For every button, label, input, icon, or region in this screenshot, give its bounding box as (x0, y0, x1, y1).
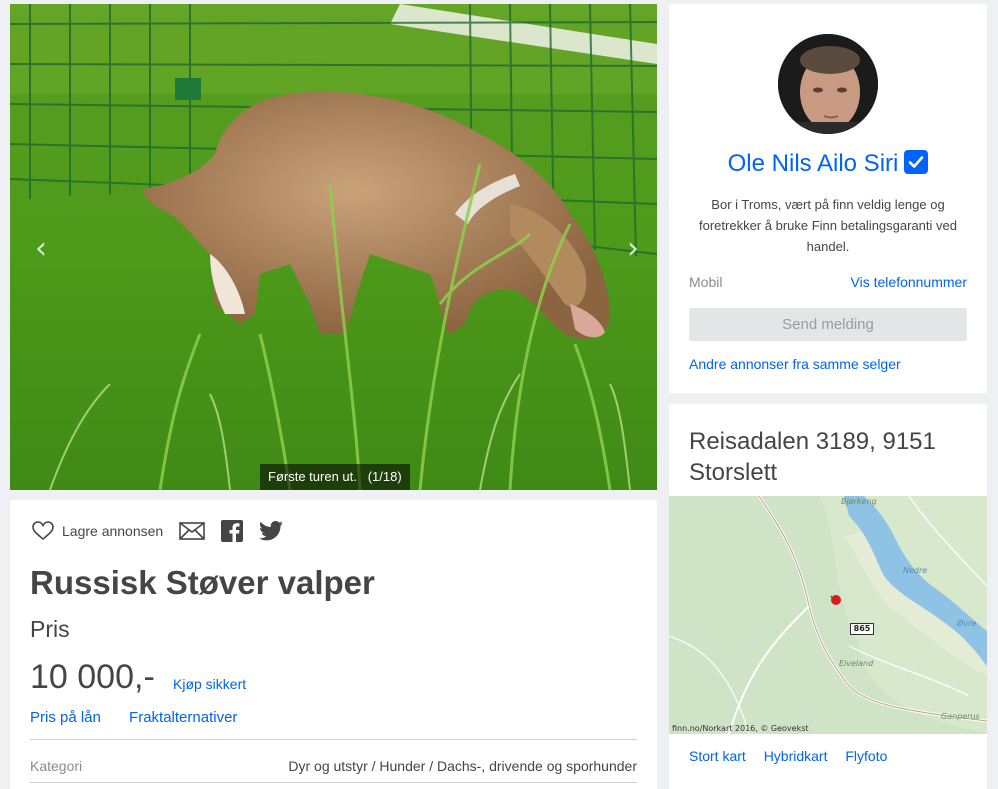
listing-title: Russisk Støver valper (30, 564, 375, 601)
show-phone-link[interactable]: Vis telefonnummer (851, 274, 967, 290)
chevron-left-icon[interactable]: ‹ (30, 232, 52, 266)
image-gallery[interactable]: ‹ › Første turen ut. (1/18) (10, 4, 657, 490)
send-message-button[interactable]: Send melding (689, 308, 967, 341)
heart-icon (32, 521, 54, 541)
twitter-share-button[interactable] (259, 521, 284, 541)
caption-counter: (1/18) (367, 469, 402, 484)
location-card: Reisadalen 3189, 9151 Storslett Bjørkeng… (669, 404, 987, 789)
map[interactable]: Bjørkeng Nedre Øvre Elveland Ganperus 86… (669, 496, 987, 734)
avatar (778, 34, 878, 134)
seller-description: Bor i Troms, vært på finn veldig lenge o… (699, 197, 957, 254)
map-label-ovre: Øvre (957, 619, 977, 628)
facebook-icon (221, 520, 244, 542)
mobile-label: Mobil (689, 274, 723, 290)
save-ad-button[interactable]: Lagre annonsen (32, 521, 163, 541)
mail-icon (179, 522, 206, 540)
map-label-nedre: Nedre (903, 566, 928, 575)
map-label-elveland: Elveland (839, 659, 874, 668)
address: Reisadalen 3189, 9151 Storslett (689, 428, 936, 486)
caption-text: Første turen ut. (268, 469, 357, 484)
map-copyright: finn.no/Norkart 2016, © Geovekst (672, 724, 809, 733)
share-actions: Lagre annonsen (32, 518, 284, 544)
shipping-link[interactable]: Fraktalternativer (129, 709, 237, 726)
chevron-right-icon[interactable]: › (622, 232, 644, 266)
loan-link[interactable]: Pris på lån (30, 709, 101, 726)
seller-name-link[interactable]: Ole Nils Ailo Siri (669, 150, 987, 178)
category-label: Kategori (30, 758, 83, 774)
facebook-share-button[interactable] (221, 520, 244, 542)
price-value: 10 000,- (30, 658, 155, 696)
listing-photo (10, 4, 657, 490)
map-label-ganperus: Ganperus (941, 712, 980, 721)
map-link-large[interactable]: Stort kart (689, 748, 746, 764)
category-value: Dyr og utstyr / Hunder / Dachs-, drivend… (288, 758, 637, 774)
road-number-badge: 865 (850, 623, 874, 635)
listing-details-card: Lagre annonsen Russisk Støver valper Pri… (10, 500, 657, 789)
seller-card: Ole Nils Ailo Siri Bor i Troms, vært på … (669, 4, 987, 393)
divider (30, 782, 637, 783)
map-link-hybrid[interactable]: Hybridkart (764, 748, 828, 764)
email-share-button[interactable] (179, 522, 206, 540)
price-links: Pris på lån Fraktalternativer (30, 709, 261, 726)
price-label: Pris (30, 616, 70, 642)
buy-safe-link[interactable]: Kjøp sikkert (173, 676, 246, 692)
map-link-aerial[interactable]: Flyfoto (845, 748, 887, 764)
twitter-icon (259, 521, 284, 541)
map-type-links: Stort kart Hybridkart Flyfoto (689, 748, 901, 764)
seller-name[interactable]: Ole Nils Ailo Siri (728, 150, 899, 177)
divider (30, 739, 637, 740)
verified-check-icon (904, 150, 929, 174)
image-caption: Første turen ut. (1/18) (260, 464, 410, 490)
map-label-bjorkeng: Bjørkeng (841, 497, 877, 506)
save-ad-label: Lagre annonsen (62, 523, 164, 539)
other-ads-link[interactable]: Andre annonser fra samme selger (689, 356, 901, 372)
